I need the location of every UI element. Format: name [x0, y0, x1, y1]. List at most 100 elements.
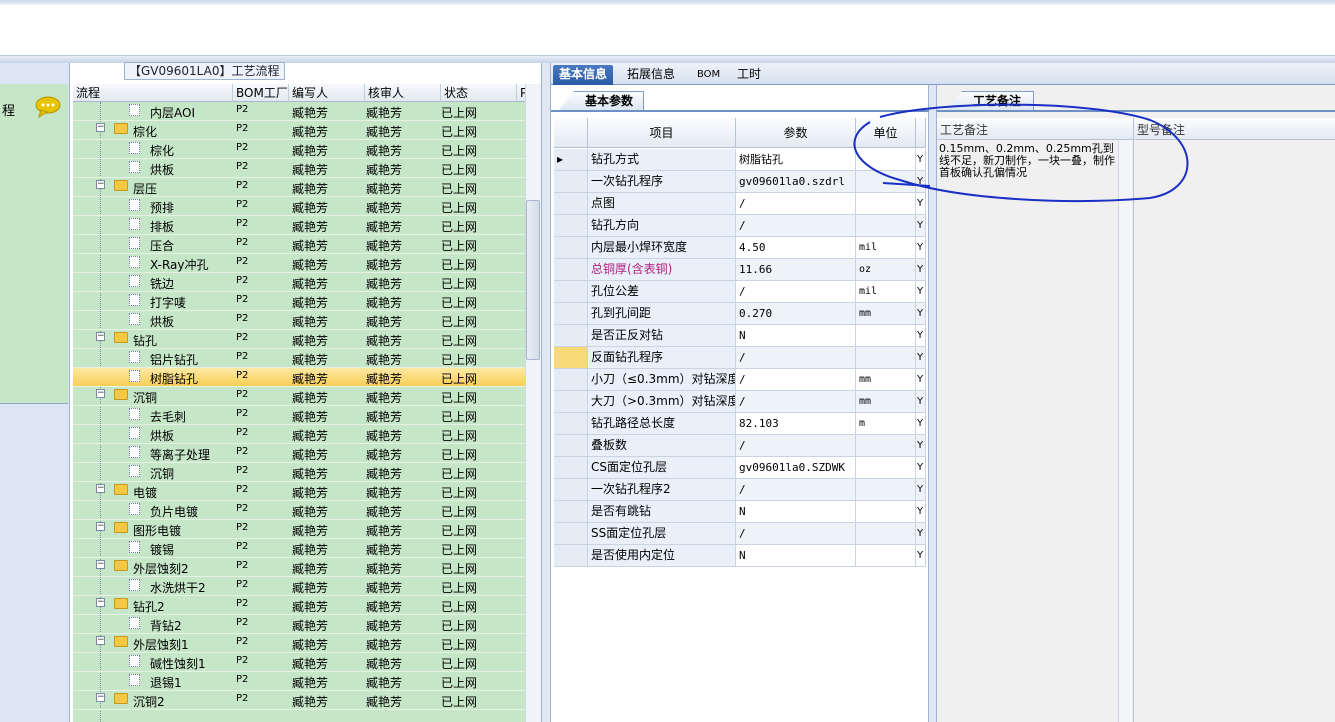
- param-row[interactable]: 是否有跳钻 N Y: [554, 501, 926, 523]
- param-row[interactable]: 是否使用内定位 N Y: [554, 545, 926, 567]
- param-unit[interactable]: [856, 171, 916, 193]
- tree-group-row[interactable]: − 沉铜 P2 臧艳芳 臧艳芳 已上网: [73, 387, 525, 406]
- param-value[interactable]: /: [736, 523, 856, 545]
- param-unit[interactable]: oz: [856, 259, 916, 281]
- tree-scroll-thumb[interactable]: [526, 200, 540, 360]
- param-flag[interactable]: Y: [916, 523, 926, 545]
- row-indicator[interactable]: [554, 435, 588, 457]
- row-indicator[interactable]: [554, 193, 588, 215]
- tree-row[interactable]: 去毛刺 P2 臧艳芳 臧艳芳 已上网: [73, 406, 525, 425]
- chat-bubble-icon[interactable]: [34, 96, 62, 118]
- tree-row[interactable]: 排板 P2 臧艳芳 臧艳芳 已上网: [73, 216, 525, 235]
- param-flag[interactable]: Y: [916, 501, 926, 523]
- param-row[interactable]: 一次钻孔程序 gv09601la0.szdrl Y: [554, 171, 926, 193]
- param-flag[interactable]: Y: [916, 347, 926, 369]
- tree-group-row[interactable]: − 沉铜2 P2 臧艳芳 臧艳芳 已上网: [73, 691, 525, 710]
- tree-row[interactable]: 铝片钻孔 P2 臧艳芳 臧艳芳 已上网: [73, 349, 525, 368]
- right-splitter[interactable]: [929, 85, 937, 722]
- param-value[interactable]: /: [736, 347, 856, 369]
- tree-group-row[interactable]: − 电镀 P2 臧艳芳 臧艳芳 已上网: [73, 482, 525, 501]
- tree-row[interactable]: 烘板 P2 臧艳芳 臧艳芳 已上网: [73, 425, 525, 444]
- tree-row[interactable]: 烘板 P2 臧艳芳 臧艳芳 已上网: [73, 311, 525, 330]
- vertical-splitter[interactable]: [541, 63, 551, 722]
- param-unit[interactable]: [856, 193, 916, 215]
- collapse-toggle-icon[interactable]: −: [96, 389, 105, 398]
- col-unit[interactable]: 单位: [856, 118, 916, 148]
- param-row[interactable]: 钻孔路径总长度 82.103 m Y: [554, 413, 926, 435]
- param-row[interactable]: 钻孔方向 / Y: [554, 215, 926, 237]
- param-value[interactable]: 11.66: [736, 259, 856, 281]
- param-unit[interactable]: [856, 523, 916, 545]
- tree-group-row[interactable]: − 层压 P2 臧艳芳 臧艳芳 已上网: [73, 178, 525, 197]
- param-unit[interactable]: [856, 325, 916, 347]
- tree-row[interactable]: 镀锡 P2 臧艳芳 臧艳芳 已上网: [73, 539, 525, 558]
- param-flag[interactable]: Y: [916, 259, 926, 281]
- param-flag[interactable]: Y: [916, 391, 926, 413]
- col-bom[interactable]: BOM工厂: [233, 84, 289, 102]
- tree-group-row[interactable]: − 钻孔2 P2 臧艳芳 臧艳芳 已上网: [73, 596, 525, 615]
- param-unit[interactable]: mm: [856, 303, 916, 325]
- tab-work-hours[interactable]: 工时: [731, 65, 767, 85]
- param-unit[interactable]: mm: [856, 369, 916, 391]
- param-flag[interactable]: Y: [916, 171, 926, 193]
- tree-group-row[interactable]: − 钻孔 P2 臧艳芳 臧艳芳 已上网: [73, 330, 525, 349]
- col-param[interactable]: 参数: [736, 118, 856, 148]
- row-indicator[interactable]: [554, 171, 588, 193]
- tree-row[interactable]: 树脂钻孔 P2 臧艳芳 臧艳芳 已上网: [73, 368, 525, 387]
- param-row[interactable]: SS面定位孔层 / Y: [554, 523, 926, 545]
- tree-group-row[interactable]: − 图形电镀 P2 臧艳芳 臧艳芳 已上网: [73, 520, 525, 539]
- row-indicator[interactable]: [554, 369, 588, 391]
- row-indicator[interactable]: [554, 237, 588, 259]
- current-row-indicator-icon[interactable]: ▸: [554, 149, 588, 171]
- tree-group-row[interactable]: − 棕化 P2 臧艳芳 臧艳芳 已上网: [73, 121, 525, 140]
- col-writer[interactable]: 编写人: [289, 84, 365, 102]
- tree-row[interactable]: 背钻2 P2 臧艳芳 臧艳芳 已上网: [73, 615, 525, 634]
- left-nav-item[interactable]: [0, 84, 68, 404]
- row-indicator[interactable]: [554, 457, 588, 479]
- collapse-toggle-icon[interactable]: −: [96, 522, 105, 531]
- tree-row[interactable]: 内层AOI P2 臧艳芳 臧艳芳 已上网: [73, 102, 525, 121]
- param-value[interactable]: gv09601la0.szdrl: [736, 171, 856, 193]
- param-flag[interactable]: Y: [916, 215, 926, 237]
- tree-row[interactable]: 退锡1 P2 臧艳芳 臧艳芳 已上网: [73, 672, 525, 691]
- tree-row[interactable]: 负片电镀 P2 臧艳芳 臧艳芳 已上网: [73, 501, 525, 520]
- param-unit[interactable]: mil: [856, 281, 916, 303]
- param-unit[interactable]: [856, 435, 916, 457]
- collapse-toggle-icon[interactable]: −: [96, 598, 105, 607]
- tree-row[interactable]: 铣边 P2 臧艳芳 臧艳芳 已上网: [73, 273, 525, 292]
- param-value[interactable]: /: [736, 391, 856, 413]
- tree-row[interactable]: 水洗烘干2 P2 臧艳芳 臧艳芳 已上网: [73, 577, 525, 596]
- col-flag[interactable]: [916, 118, 926, 148]
- row-indicator[interactable]: [554, 391, 588, 413]
- param-flag[interactable]: Y: [916, 479, 926, 501]
- param-unit[interactable]: [856, 215, 916, 237]
- notes-scrollbar[interactable]: [1118, 140, 1132, 722]
- param-value[interactable]: 树脂钻孔: [736, 149, 856, 171]
- param-value[interactable]: /: [736, 281, 856, 303]
- tree-row[interactable]: 预排 P2 臧艳芳 臧艳芳 已上网: [73, 197, 525, 216]
- tree-group-row[interactable]: − 外层蚀刻1 P2 臧艳芳 臧艳芳 已上网: [73, 634, 525, 653]
- collapse-toggle-icon[interactable]: −: [96, 636, 105, 645]
- param-unit[interactable]: m: [856, 413, 916, 435]
- param-value[interactable]: gv09601la0.SZDWK: [736, 457, 856, 479]
- param-value[interactable]: /: [736, 435, 856, 457]
- collapse-toggle-icon[interactable]: −: [96, 560, 105, 569]
- param-unit[interactable]: [856, 149, 916, 171]
- collapse-toggle-icon[interactable]: −: [96, 332, 105, 341]
- row-indicator[interactable]: [554, 413, 588, 435]
- tree-row[interactable]: 等离子处理 P2 臧艳芳 臧艳芳 已上网: [73, 444, 525, 463]
- param-value[interactable]: 4.50: [736, 237, 856, 259]
- param-row[interactable]: 孔到孔间距 0.270 mm Y: [554, 303, 926, 325]
- process-note-text[interactable]: 0.15mm、0.2mm、0.25mm孔到线不足，新刀制作，一块一叠，制作首板确…: [939, 143, 1117, 179]
- tree-row[interactable]: 打字唛 P2 臧艳芳 臧艳芳 已上网: [73, 292, 525, 311]
- collapse-toggle-icon[interactable]: −: [96, 180, 105, 189]
- param-value[interactable]: /: [736, 193, 856, 215]
- tree-row[interactable]: 沉铜 P2 臧艳芳 臧艳芳 已上网: [73, 463, 525, 482]
- param-unit[interactable]: [856, 545, 916, 567]
- collapse-toggle-icon[interactable]: −: [96, 693, 105, 702]
- col-status[interactable]: 状态: [441, 84, 517, 102]
- tree-row[interactable]: X-Ray冲孔 P2 臧艳芳 臧艳芳 已上网: [73, 254, 525, 273]
- tab-extended-info[interactable]: 拓展信息: [621, 65, 681, 85]
- row-indicator[interactable]: [554, 347, 588, 369]
- col-process-note[interactable]: 工艺备注: [940, 121, 988, 138]
